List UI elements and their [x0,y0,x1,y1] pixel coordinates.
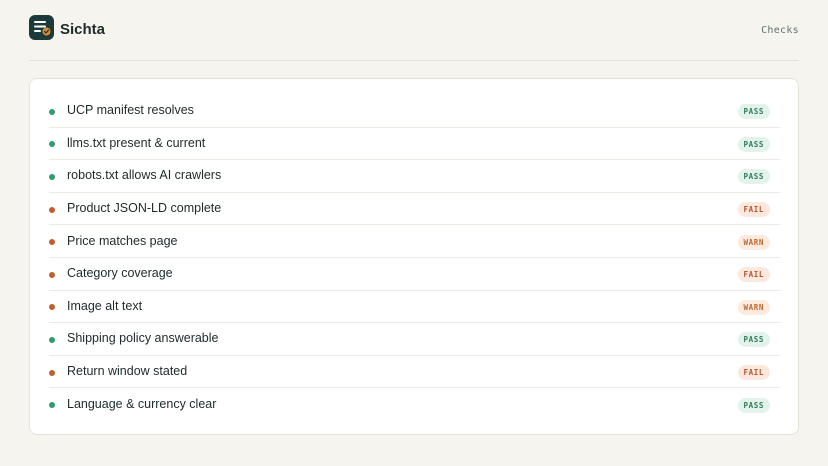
brand-name: Sichta [60,20,106,38]
status-badge: FAIL [737,202,770,218]
check-label: Category coverage [67,266,173,281]
list-check-icon [29,15,54,40]
check-row[interactable]: Language & currency clear PASS [49,388,780,421]
status-dot-icon [49,108,55,115]
check-row[interactable]: Shipping policy answerable PASS [49,323,780,356]
check-row[interactable]: llms.txt present & current PASS [49,128,780,161]
check-row[interactable]: robots.txt allows AI crawlers PASS [49,160,780,193]
check-label: Image alt text [67,298,143,313]
status-dot-icon [49,402,55,409]
status-badge: PASS [737,332,770,348]
nav-checks-link[interactable]: Checks [761,25,799,36]
status-dot-icon [49,369,55,376]
status-dot-icon [49,206,55,213]
status-badge: FAIL [737,365,770,381]
status-badge: PASS [737,397,770,413]
app-header: Sichta Checks [29,0,799,61]
status-badge: PASS [737,169,770,185]
check-row[interactable]: Image alt text WARN [49,291,780,324]
status-dot-icon [49,304,55,311]
check-row[interactable]: Category coverage FAIL [49,258,780,291]
status-badge: WARN [737,299,770,315]
checks-list: UCP manifest resolves PASS llms.txt presen… [49,95,780,421]
brand[interactable]: Sichta [29,15,106,40]
check-label: Price matches page [67,233,178,248]
status-dot-icon [49,271,55,278]
status-dot-icon [49,239,55,246]
status-dot-icon [49,141,55,148]
check-row[interactable]: Return window stated FAIL [49,356,780,389]
status-dot-icon [49,173,55,180]
check-row[interactable]: Price matches page WARN [49,225,780,258]
check-row[interactable]: UCP manifest resolves PASS [49,95,780,128]
check-label: Return window stated [67,364,188,379]
check-label: robots.txt allows AI crawlers [67,168,222,183]
checks-card: UCP manifest resolves PASS llms.txt presen… [29,78,799,435]
status-badge: PASS [737,136,770,152]
check-label: Product JSON-LD complete [67,201,222,216]
check-row[interactable]: Product JSON-LD complete FAIL [49,193,780,226]
check-label: Language & currency clear [67,396,217,411]
status-badge: WARN [737,234,770,250]
check-label: UCP manifest resolves [67,103,194,118]
status-badge: FAIL [737,267,770,283]
check-label: llms.txt present & current [67,135,206,150]
status-dot-icon [49,336,55,343]
status-badge: PASS [737,104,770,120]
check-label: Shipping policy answerable [67,331,219,346]
